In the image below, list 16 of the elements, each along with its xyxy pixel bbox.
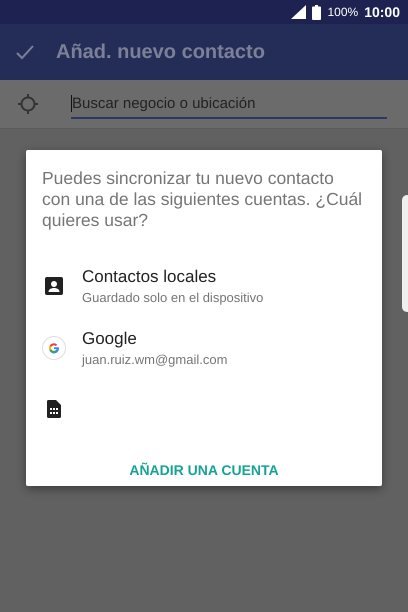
account-detail: Guardado solo en el dispositivo (82, 290, 264, 305)
battery-percentage: 100% (327, 5, 358, 19)
account-option[interactable]: Contactos locales Guardado solo en el dispositivo (42, 255, 366, 317)
battery-icon (312, 4, 322, 20)
location-target-icon[interactable] (17, 93, 39, 115)
dialog-message: Puedes sincronizar tu nuevo contacto con una de las siguientes cuentas. ¿Cuál quieres usar? (42, 168, 364, 231)
clock: 10:00 (364, 4, 400, 20)
screen-title: Añad. nuevo contacto (56, 40, 265, 64)
google-icon (42, 336, 66, 360)
sim-card-icon (47, 400, 61, 418)
account-name: Contactos locales (82, 266, 218, 287)
signal-icon (291, 5, 306, 19)
account-name: Google (82, 328, 138, 348)
account-detail: juan.ruiz.wm@gmail.com (82, 352, 228, 366)
account-option[interactable]: Google juan.ruiz.wm@gmail.com (42, 316, 366, 378)
contact-card-icon (45, 276, 63, 295)
